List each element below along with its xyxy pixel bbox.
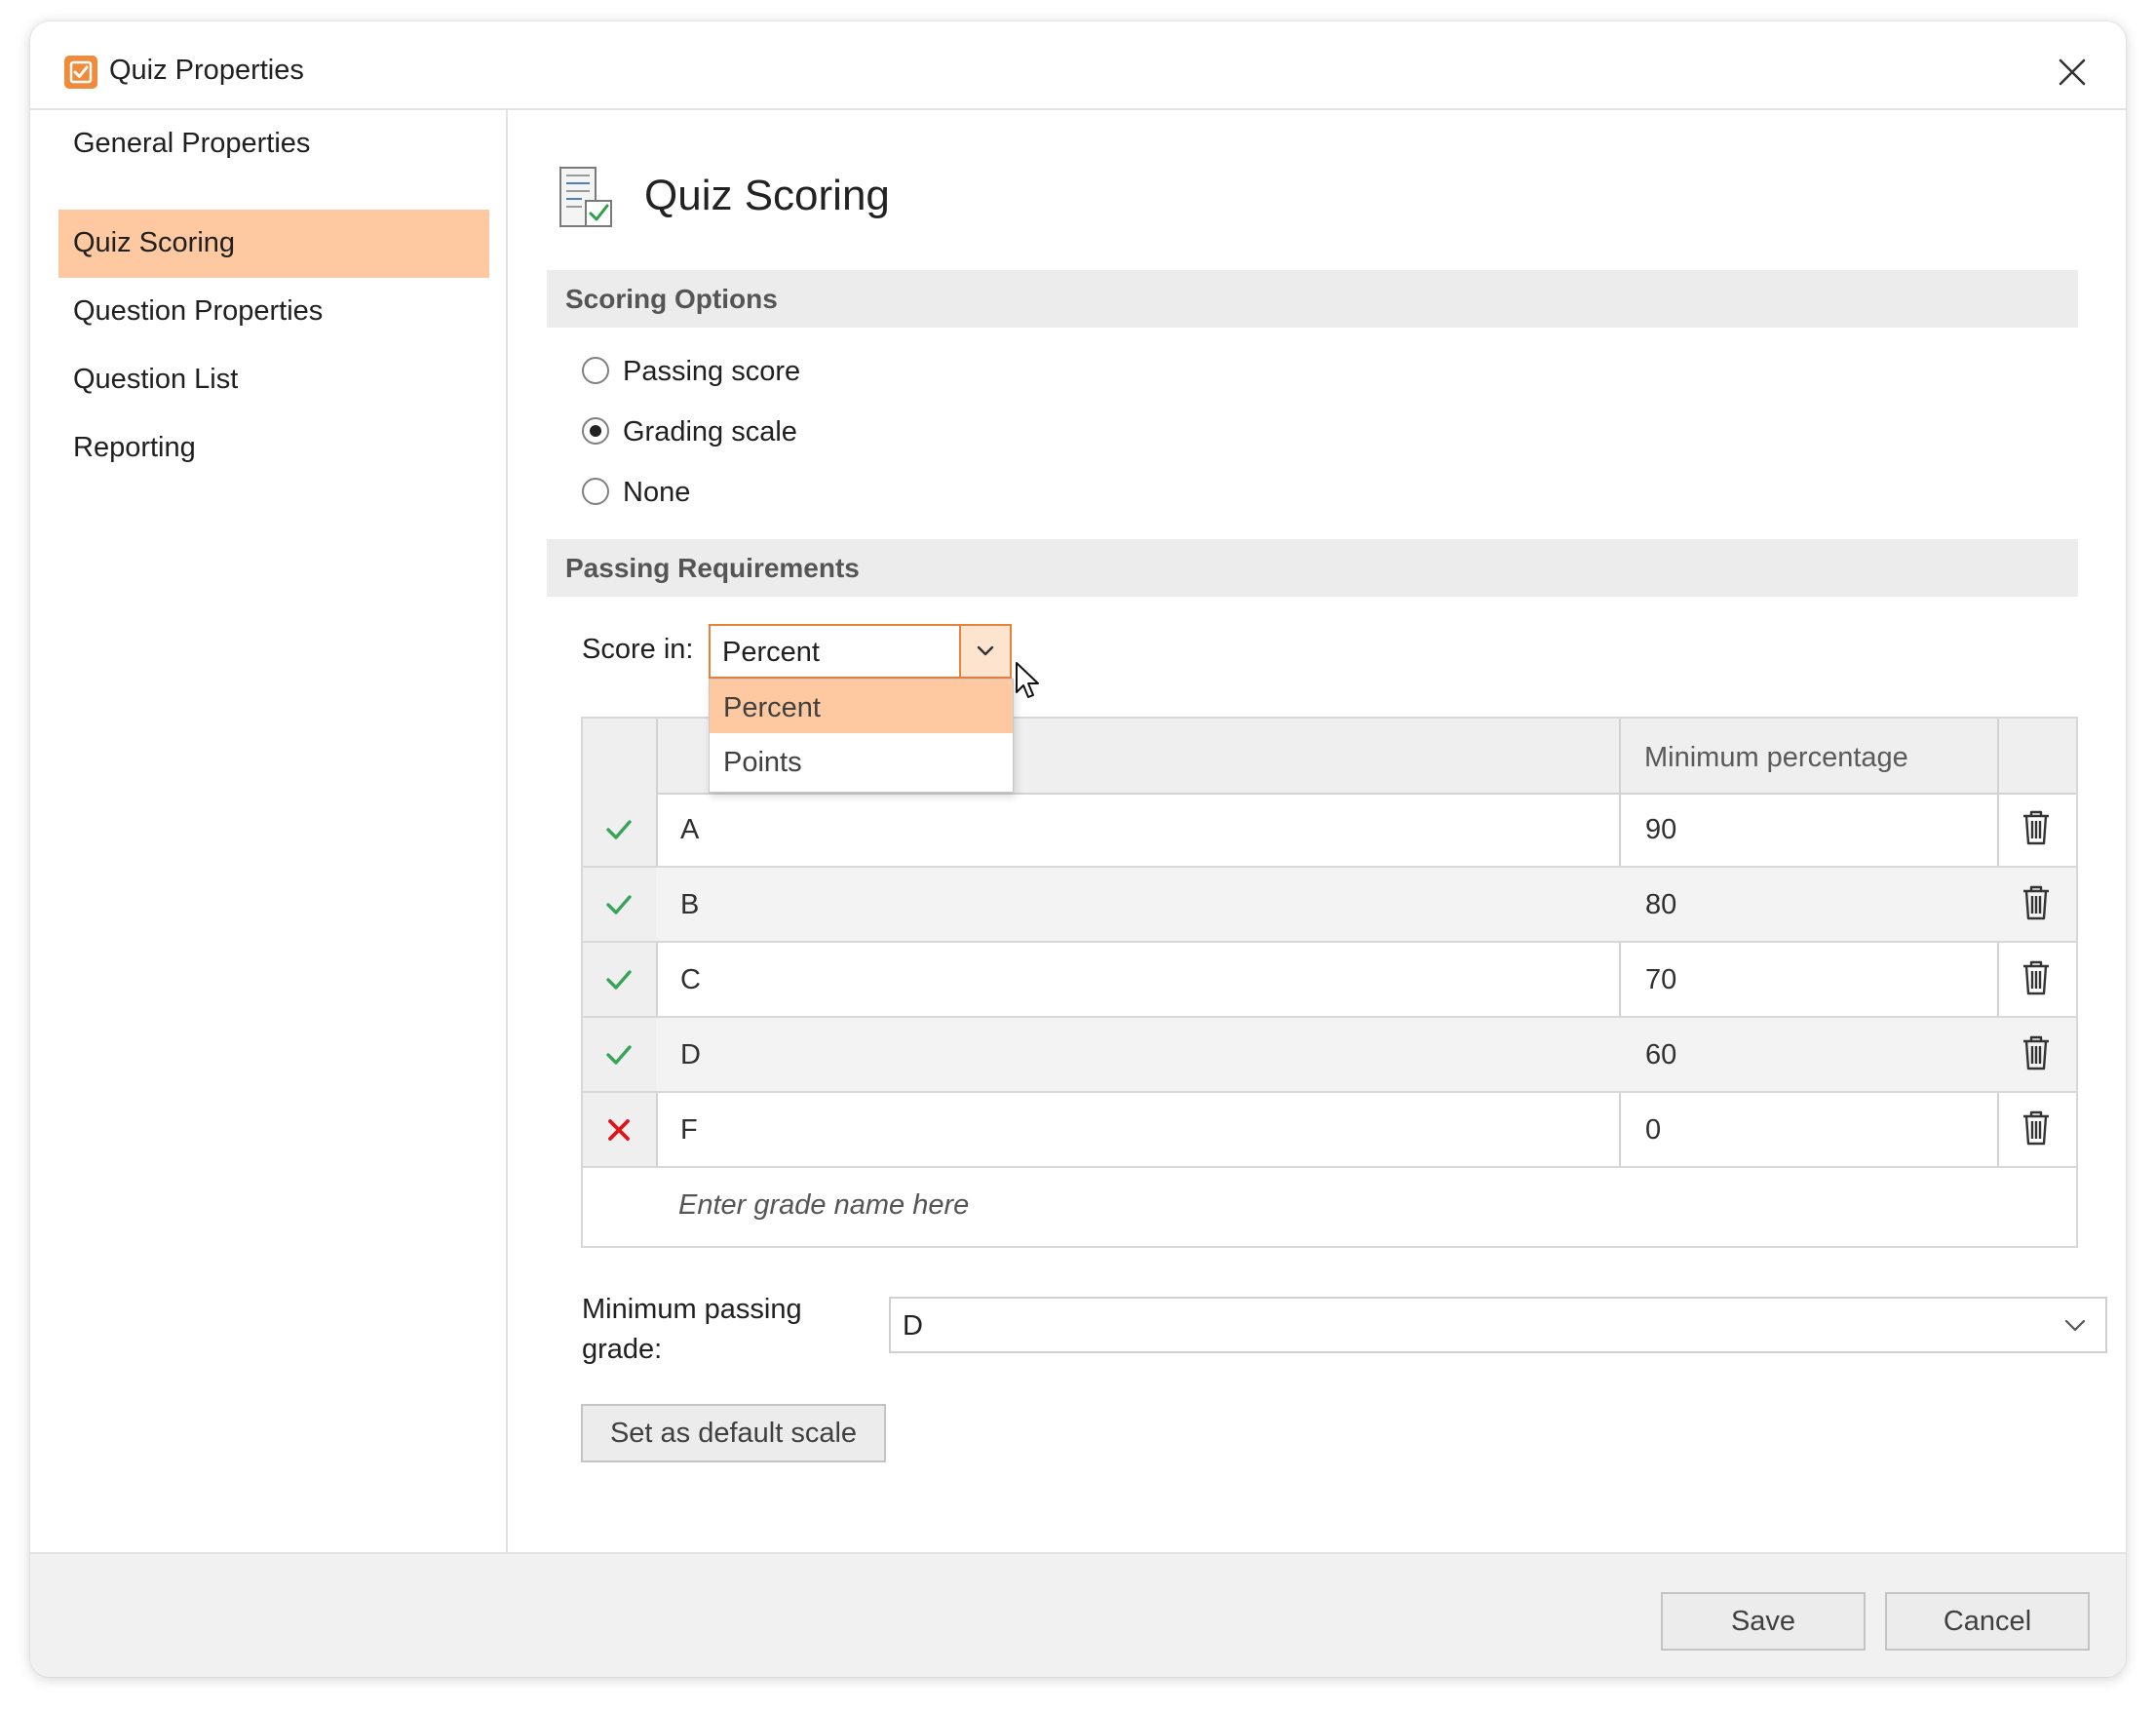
sidebar-item-question-list[interactable]: Question List [58,346,489,414]
grade-minimum[interactable]: 90 [1645,814,1676,846]
dropdown-option-label: Percent [723,692,821,723]
grade-minimum[interactable]: 80 [1645,889,1676,921]
new-grade-placeholder[interactable]: Enter grade name here [678,1189,969,1222]
save-button[interactable]: Save [1661,1592,1866,1651]
sidebar-item-question-properties[interactable]: Question Properties [58,278,489,346]
minimum-passing-grade-value: D [903,1310,923,1342]
checkmark-icon [583,793,656,866]
x-mark-icon [583,1093,656,1166]
chevron-down-icon[interactable] [959,626,1010,677]
minimum-passing-grade-select[interactable]: D [889,1297,2107,1353]
mouse-cursor-icon [1015,661,1042,707]
button-label: Save [1730,1606,1796,1637]
trash-icon[interactable] [2021,1035,2051,1075]
checkmark-icon [583,1018,656,1091]
score-in-select[interactable]: Percent [709,624,1012,679]
sidebar-item-quiz-scoring[interactable]: Quiz Scoring [58,210,489,278]
sidebar-item-label: General Properties [73,128,311,159]
cancel-button[interactable]: Cancel [1885,1592,2090,1651]
column-header-minimum-percentage: Minimum percentage [1644,742,1908,773]
score-in-value: Percent [722,637,820,668]
radio-label: Passing score [623,356,801,387]
score-in-dropdown-list: Percent Points [709,679,1014,793]
trash-icon[interactable] [2021,885,2051,925]
sidebar-item-label: Quiz Scoring [73,227,236,258]
quiz-scoring-page-icon [557,164,621,237]
dropdown-option-label: Points [723,747,802,778]
window-title: Quiz Properties [109,55,304,86]
passing-requirements-header: Passing Requirements [547,539,2078,597]
grade-minimum[interactable]: 0 [1645,1114,1661,1147]
scoring-options-header: Scoring Options [547,270,2078,328]
grade-name[interactable]: F [680,1114,698,1147]
chevron-down-icon[interactable] [2062,1314,2088,1336]
page-title: Quiz Scoring [644,172,890,219]
sidebar-item-label: Reporting [73,432,196,463]
dropdown-option-percent[interactable]: Percent [710,680,1013,733]
radio-label: None [623,477,691,508]
title-bar: Quiz Properties [30,21,2126,110]
button-label: Set as default scale [609,1418,858,1449]
quiz-properties-dialog: Quiz Properties General Properties Quiz … [30,21,2126,1677]
sidebar-item-general-properties[interactable]: General Properties [58,110,489,178]
new-grade-row[interactable]: Enter grade name here [583,1168,2076,1246]
sidebar-item-label: Question List [73,364,239,395]
checkmark-icon [583,943,656,1016]
table-row[interactable]: B 80 [583,868,2076,943]
sidebar-item-label: Question Properties [73,295,324,327]
grade-minimum[interactable]: 70 [1645,964,1676,996]
radio-button[interactable] [582,478,609,505]
radio-button[interactable] [582,357,609,384]
set-default-scale-button[interactable]: Set as default scale [581,1404,886,1462]
table-row[interactable]: C 70 [583,943,2076,1018]
score-in-label: Score in: [582,634,694,665]
grade-name[interactable]: A [680,814,699,846]
trash-icon[interactable] [2021,1110,2051,1150]
sidebar-item-reporting[interactable]: Reporting [58,414,489,483]
trash-icon[interactable] [2021,960,2051,1000]
trash-icon[interactable] [2021,810,2051,850]
grade-table: Minimum percentage A 90 B 80 C 70 D 60 F… [581,717,2078,1248]
grade-minimum[interactable]: 60 [1645,1039,1676,1071]
checkmark-icon [583,868,656,941]
section-header-label: Scoring Options [565,284,778,314]
section-header-label: Passing Requirements [565,553,860,583]
table-row[interactable]: F 0 [583,1093,2076,1168]
main-content: Quiz Scoring Scoring Options Passing sco… [508,110,2126,1552]
sidebar: General Properties Quiz Scoring Question… [30,110,508,1552]
grade-name[interactable]: B [680,889,699,921]
grade-name[interactable]: C [680,964,701,996]
radio-button-selected[interactable] [582,417,609,445]
dialog-footer: Save Cancel [30,1552,2126,1677]
quiz-app-icon [64,56,97,89]
minimum-passing-grade-label: Minimum passing grade: [582,1294,802,1365]
button-label: Cancel [1943,1606,2032,1637]
dropdown-option-points[interactable]: Points [710,734,1013,788]
radio-label: Grading scale [623,416,797,447]
close-icon[interactable] [2053,53,2092,92]
table-row[interactable]: A 90 [583,793,2076,868]
table-row[interactable]: D 60 [583,1018,2076,1093]
grade-name[interactable]: D [680,1039,701,1071]
